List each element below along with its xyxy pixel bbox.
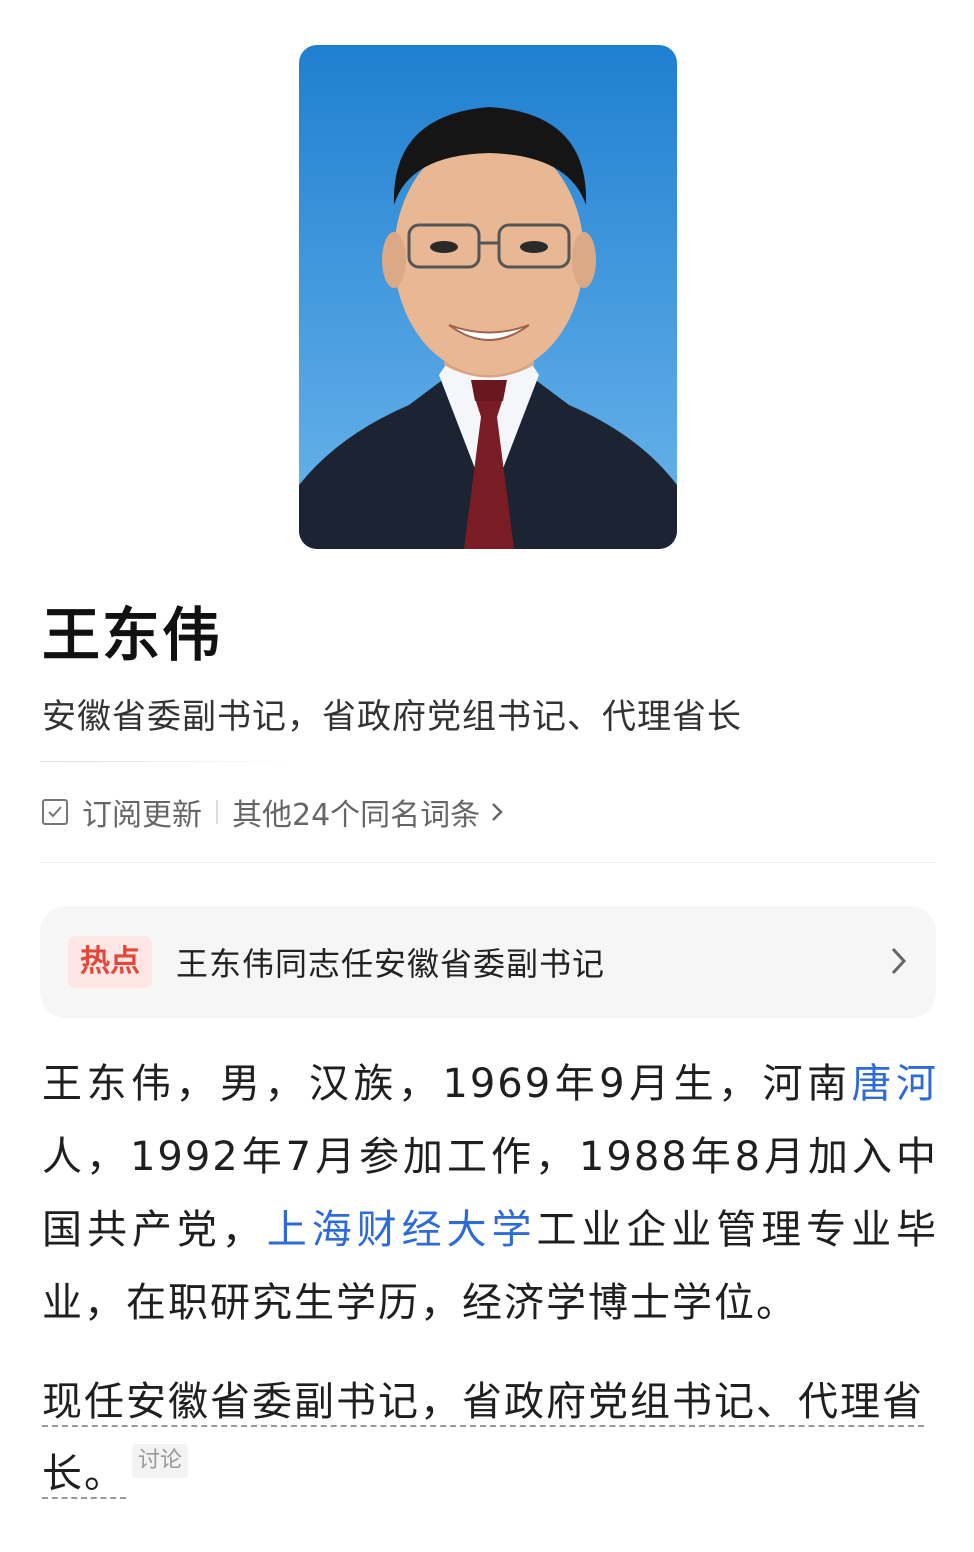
intro-text: 王东伟，男，汉族，1969年9月生，河南 [42,1061,852,1107]
portrait-image [299,45,677,549]
divider [40,862,936,863]
subscribe-button[interactable]: 订阅更新 [82,790,202,834]
bottom-fade [0,1520,974,1552]
entry-actions: 订阅更新 其他24个同名词条 [40,788,506,836]
divider [40,761,300,762]
hot-news-card[interactable]: 热点 王东伟同志任安徽省委副书记 [40,906,936,1018]
link-tanghe[interactable]: 唐河 [852,1061,939,1107]
portrait-photo[interactable] [299,45,677,549]
hot-badge: 热点 [68,936,152,988]
page-title: 王东伟 [42,601,223,669]
discuss-tag[interactable]: 讨论 [132,1444,189,1478]
intro-paragraph: 王东伟，男，汉族，1969年9月生，河南唐河人，1992年7月参加工作，1988… [42,1048,938,1340]
profile-subtitle: 安徽省委副书记，省政府党组书记、代理省长 [42,697,742,737]
subscribe-icon[interactable] [40,797,70,827]
link-shufe[interactable]: 上海财经大学 [267,1207,537,1253]
same-name-entries-link[interactable]: 其他24个同名词条 [232,790,480,834]
current-position-paragraph: 现任安徽省委副书记，省政府党组书记、代理省长。 讨论 [42,1366,938,1510]
hot-news-text[interactable]: 王东伟同志任安徽省委副书记 [176,939,605,985]
action-separator [216,800,218,824]
chevron-right-icon[interactable] [890,946,908,980]
current-position-text[interactable]: 现任安徽省委副书记，省政府党组书记、代理省长。 [42,1379,924,1499]
chevron-right-icon[interactable] [490,799,506,825]
